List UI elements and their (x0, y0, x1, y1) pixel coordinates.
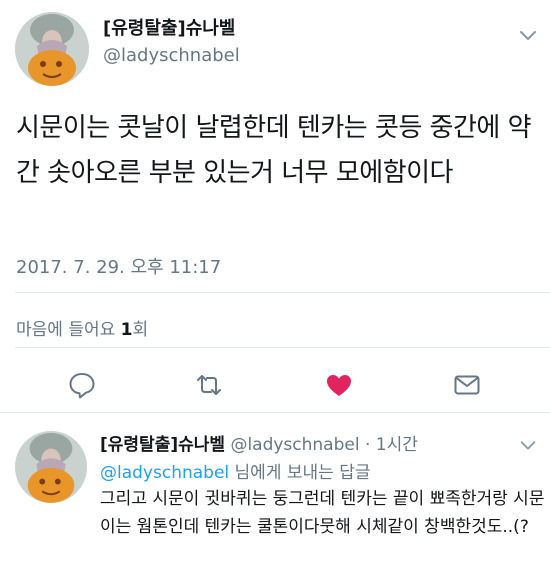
reply-tweet[interactable]: [유령탈출]슈나벨 @ladyschnabel · 1시간 @ladyschna… (0, 413, 550, 578)
user-handle[interactable]: @ladyschnabel (103, 45, 240, 66)
heart-icon[interactable] (324, 370, 354, 400)
replying-to-suffix: 님에게 보내는 답글 (229, 463, 371, 483)
likes-count-row[interactable]: 마음에 들어요 1회 (16, 315, 148, 340)
display-name[interactable]: [유령탈출]슈나벨 (103, 14, 235, 40)
likes-count: 1 (120, 320, 133, 340)
tweet-text: 시문이는 콧날이 날렵한데 텐카는 콧등 중간에 약간 솟아오른 부분 있는거 … (16, 113, 532, 188)
timestamp[interactable]: 2017. 7. 29. 오후 11:17 (16, 253, 221, 279)
avatar[interactable] (15, 12, 89, 86)
likes-unit: 회 (132, 320, 149, 340)
reply-header: [유령탈출]슈나벨 @ladyschnabel · 1시간 (100, 430, 418, 455)
mention-link[interactable]: @ladyschnabel (100, 463, 229, 483)
divider (15, 347, 550, 348)
reply-icon[interactable] (67, 370, 97, 400)
chevron-down-icon[interactable] (518, 435, 538, 455)
handle-and-time[interactable]: @ladyschnabel · 1시간 (230, 435, 417, 455)
replying-to: @ladyschnabel 님에게 보내는 답글 (100, 458, 370, 483)
mail-icon[interactable] (452, 370, 482, 400)
display-name[interactable]: [유령탈출]슈나벨 (100, 435, 225, 455)
reply-text: 그리고 시문이 귓바퀴는 둥그런데 텐카는 끝이 뾰족한거랑 시문이는 웜톤인데… (100, 489, 545, 537)
likes-label: 마음에 들어요 (16, 320, 116, 340)
divider (15, 292, 550, 293)
avatar[interactable] (15, 431, 87, 503)
main-tweet: [유령탈출]슈나벨 @ladyschnabel 시문이는 콧날이 날렵한데 텐카… (0, 0, 550, 413)
retweet-icon[interactable] (194, 370, 224, 400)
chevron-down-icon[interactable] (517, 24, 539, 46)
